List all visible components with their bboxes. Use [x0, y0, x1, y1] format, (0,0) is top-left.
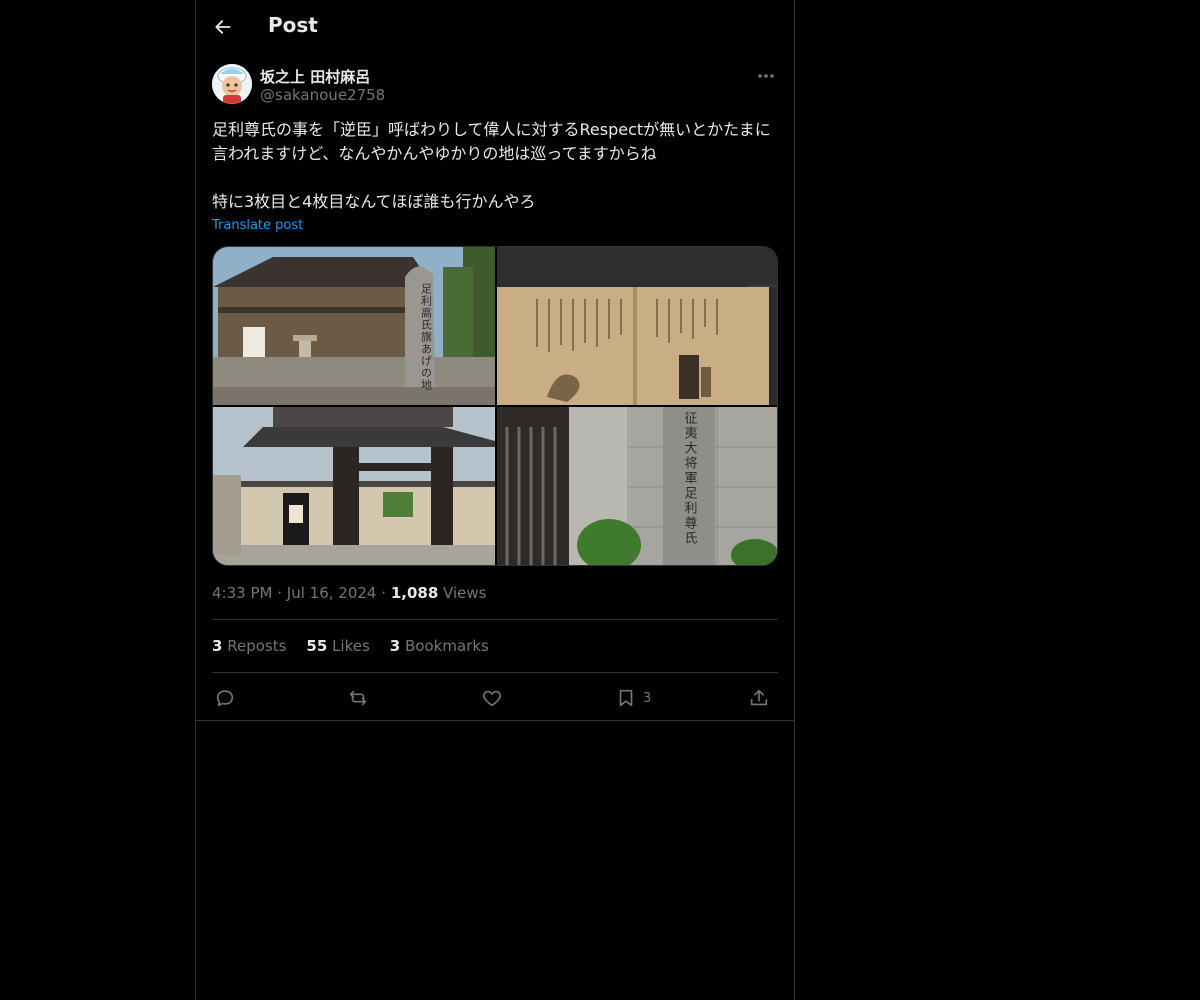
- translate-post-link[interactable]: Translate post: [212, 218, 303, 233]
- meta-separator: ·: [277, 584, 283, 602]
- bookmarks-label: Bookmarks: [405, 637, 489, 655]
- photo-stone-monument[interactable]: 足利高氏旗あげの地: [213, 247, 495, 405]
- post-author: 坂之上 田村麻呂 @sakanoue2758: [212, 64, 778, 108]
- meta-separator: ·: [381, 584, 387, 602]
- share-icon: [750, 689, 768, 706]
- views-count: 1,088: [390, 584, 439, 602]
- more-options-button[interactable]: [754, 66, 778, 86]
- reposts-stat[interactable]: 3 Reposts: [212, 637, 286, 655]
- likes-count: 55: [306, 637, 328, 655]
- post-text: 足利尊氏の事を「逆臣」呼ばわりして偉人に対するRespectが無いとかたまに言わ…: [212, 120, 771, 211]
- post-time[interactable]: 4:33 PM: [212, 584, 272, 602]
- display-name[interactable]: 坂之上 田村麻呂: [260, 66, 370, 87]
- top-bar: Post: [196, 0, 794, 53]
- bookmark-count: 3: [643, 690, 652, 706]
- divider: [196, 720, 794, 721]
- more-horizontal-icon: [758, 74, 774, 78]
- monument-inscription: 足利高氏旗あげの地: [420, 283, 433, 391]
- bookmarks-stat[interactable]: 3 Bookmarks: [390, 637, 489, 655]
- like-button[interactable]: [481, 684, 503, 712]
- share-button[interactable]: [748, 684, 770, 712]
- engagement-stats: 3 Reposts 55 Likes 3 Bookmarks: [212, 637, 489, 655]
- reposts-count: 3: [212, 637, 223, 655]
- divider: [212, 672, 778, 673]
- post-metadata: 4:33 PM · Jul 16, 2024 · 1,088 Views: [212, 584, 486, 602]
- likes-label: Likes: [332, 637, 370, 655]
- user-handle[interactable]: @sakanoue2758: [260, 86, 385, 104]
- media-grid: 足利高氏旗あげの地 征夷大将軍足利尊氏: [212, 246, 778, 566]
- arrow-left-icon: [215, 20, 231, 34]
- action-bar: 3: [212, 684, 778, 712]
- likes-stat[interactable]: 55 Likes: [306, 637, 369, 655]
- bookmark-icon: [619, 689, 633, 707]
- page-title: Post: [268, 13, 318, 37]
- repost-icon: [349, 690, 367, 706]
- photo-temple-gate[interactable]: [213, 407, 495, 565]
- divider: [212, 619, 778, 620]
- back-button[interactable]: [210, 14, 236, 40]
- repost-button[interactable]: [347, 684, 369, 712]
- reply-button[interactable]: [214, 684, 236, 712]
- views-label: Views: [443, 584, 487, 602]
- reposts-label: Reposts: [227, 637, 287, 655]
- reply-icon: [216, 690, 234, 707]
- photo-stone-pillar[interactable]: 征夷大将軍足利尊氏: [497, 407, 777, 565]
- photo-document-scroll[interactable]: [497, 247, 777, 405]
- pillar-inscription: 征夷大将軍足利尊氏: [682, 411, 698, 546]
- avatar[interactable]: [212, 64, 252, 104]
- heart-icon: [483, 690, 501, 707]
- bookmarks-count: 3: [389, 637, 401, 655]
- post-date[interactable]: Jul 16, 2024: [287, 584, 377, 602]
- bookmark-button[interactable]: 3: [615, 684, 651, 712]
- post-column: Post 坂之上 田村麻呂 @sakanoue2758 足利尊氏の事を「逆臣」呼…: [195, 0, 795, 1000]
